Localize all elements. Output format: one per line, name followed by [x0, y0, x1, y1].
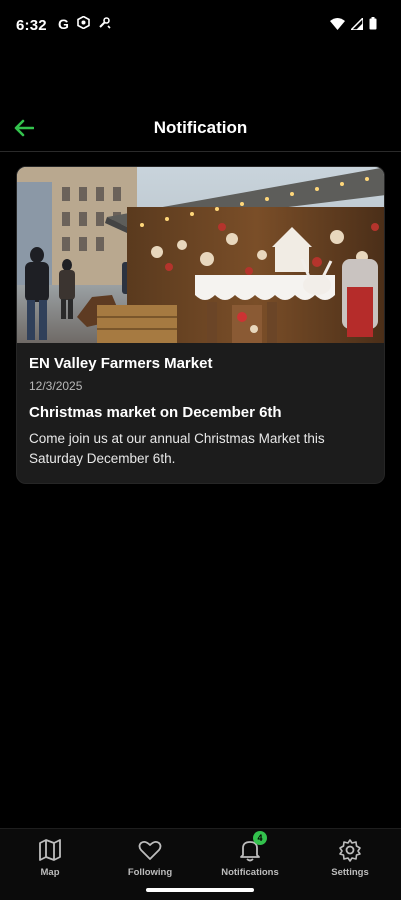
- home-indicator[interactable]: [146, 888, 254, 892]
- gear-icon: [337, 837, 363, 863]
- status-icons-right: [330, 16, 377, 35]
- notification-count-badge: 4: [253, 831, 267, 845]
- status-icons-left: G: [58, 15, 111, 32]
- map-icon: [37, 837, 63, 863]
- signal-icon: [349, 16, 364, 35]
- market-name: EN Valley Farmers Market: [29, 355, 213, 372]
- app-header: Notification: [0, 104, 401, 152]
- nav-label-map: Map: [40, 867, 60, 878]
- settings-badge-icon: [77, 15, 90, 32]
- page-title: Notification: [153, 118, 248, 137]
- heart-icon: [137, 837, 163, 863]
- card-body: EN Valley Farmers Market 12/3/2025 Chris…: [29, 355, 372, 469]
- bell-icon: 4: [237, 831, 267, 863]
- nav-item-map[interactable]: Map: [0, 837, 100, 878]
- nav-label-following: Following: [127, 867, 173, 878]
- christmas-market-stall-photo: [17, 167, 384, 343]
- nav-item-following[interactable]: Following: [100, 837, 200, 878]
- wifi-icon: [330, 17, 345, 35]
- notification-card[interactable]: EN Valley Farmers Market 12/3/2025 Chris…: [16, 166, 385, 484]
- status-bar: 6:32 G: [0, 0, 401, 52]
- notification-date: 12/3/2025: [29, 379, 83, 393]
- nav-item-notifications[interactable]: 4 Notifications: [200, 831, 300, 878]
- status-time: 6:32: [16, 17, 47, 34]
- tools-icon: [98, 16, 111, 32]
- battery-icon: [369, 17, 377, 35]
- nav-label-notifications: Notifications: [221, 867, 279, 878]
- notification-body: Come join us at our annual Christmas Mar…: [29, 431, 325, 466]
- notification-title: Christmas market on December 6th: [29, 404, 282, 421]
- nav-item-settings[interactable]: Settings: [300, 837, 400, 878]
- nav-label-settings: Settings: [331, 867, 369, 878]
- google-g-icon: G: [58, 16, 69, 32]
